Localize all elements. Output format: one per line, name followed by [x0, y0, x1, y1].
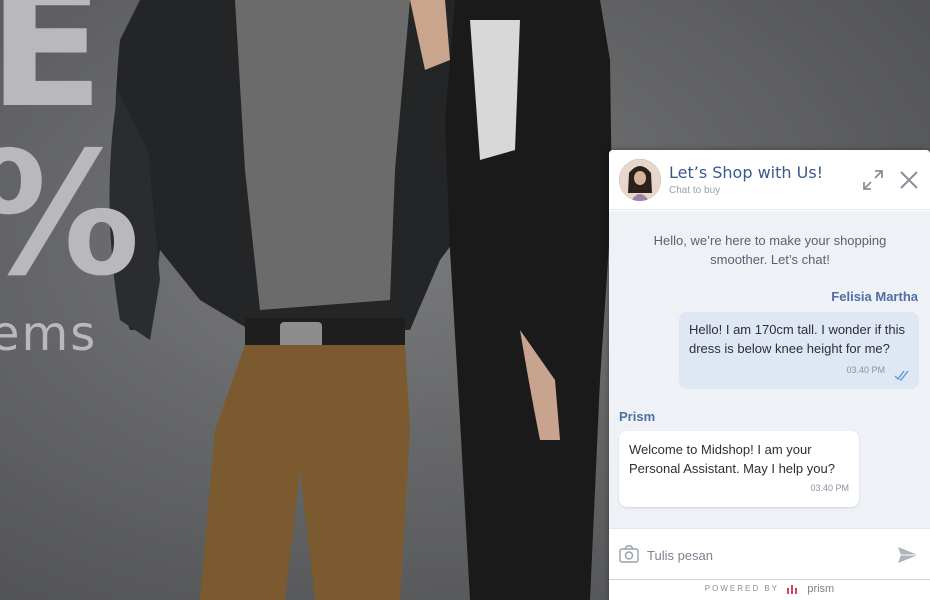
chat-messages: Hello, we’re here to make your shopping … — [609, 211, 930, 528]
hero-headline-percent: % — [0, 130, 140, 300]
prism-logo-icon — [787, 584, 798, 594]
expand-button[interactable] — [861, 168, 885, 192]
message-composer — [609, 528, 930, 580]
message-text: Hello! I am 170cm tall. I wonder if this… — [689, 322, 906, 356]
message-sender-name: Felisia Martha — [831, 289, 918, 304]
message-timestamp: 03.40 PM — [810, 483, 849, 493]
close-icon — [900, 171, 918, 189]
message-sender-name: Prism — [619, 409, 656, 424]
hero-subline: ems — [0, 306, 98, 362]
close-button[interactable] — [897, 168, 921, 192]
message-timestamp: 03.40 PM — [846, 365, 885, 375]
message-text: Welcome to Midshop! I am your Personal A… — [629, 442, 835, 476]
powered-by-footer: POWERED BY prism — [609, 580, 930, 600]
chat-header: Let’s Shop with Us! Chat to buy — [609, 150, 930, 210]
chat-title: Let’s Shop with Us! — [669, 163, 824, 182]
prism-brand-name: prism — [807, 583, 835, 595]
chat-subtitle: Chat to buy — [669, 185, 721, 196]
camera-icon[interactable] — [619, 545, 639, 563]
user-message-bubble: Hello! I am 170cm tall. I wonder if this… — [679, 312, 919, 389]
send-icon[interactable] — [897, 545, 919, 565]
hero-headline-top: E — [0, 0, 105, 146]
double-check-icon — [894, 370, 909, 381]
expand-icon — [863, 170, 883, 190]
chat-intro-text: Hello, we’re here to make your shopping … — [653, 233, 887, 267]
powered-by-label: POWERED BY — [704, 584, 779, 594]
message-input[interactable] — [647, 541, 887, 569]
avatar — [619, 159, 661, 201]
bot-message-bubble: Welcome to Midshop! I am your Personal A… — [619, 431, 859, 507]
chat-widget: Let’s Shop with Us! Chat to buy Hello, w… — [609, 150, 930, 600]
